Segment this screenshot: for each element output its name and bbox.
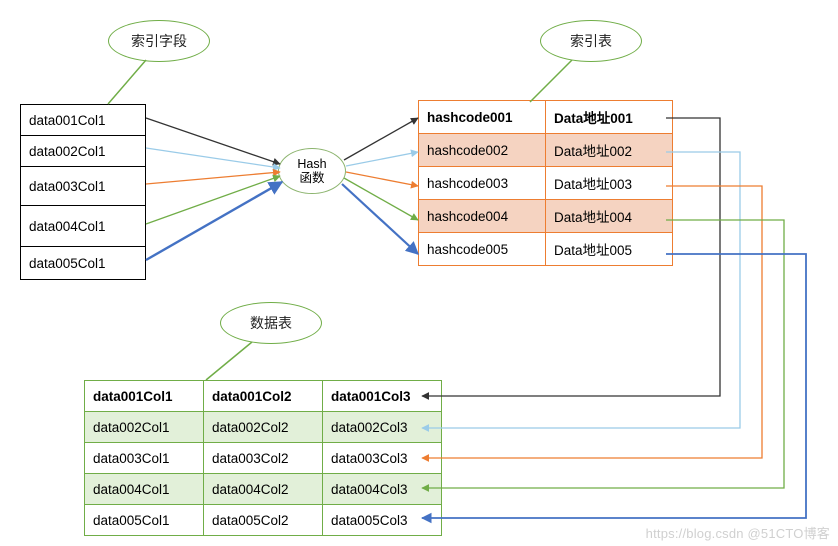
callout-label: 数据表	[250, 313, 292, 333]
index-header-cell: Data地址001	[546, 101, 673, 134]
data-cell: data004Col1	[85, 474, 204, 505]
hash-fn-line1: Hash	[297, 157, 326, 171]
index-cell: hashcode005	[419, 233, 546, 266]
callout-label: 索引字段	[131, 31, 187, 51]
data-header-cell: data001Col1	[85, 381, 204, 412]
hash-function-node: Hash 函数	[278, 148, 346, 194]
index-cell: hashcode004	[419, 200, 546, 233]
data-cell: data002Col3	[323, 412, 442, 443]
index-cell: hashcode002	[419, 134, 546, 167]
data-header-cell: data001Col2	[204, 381, 323, 412]
data-cell: data003Col2	[204, 443, 323, 474]
data-cell: data002Col1	[85, 412, 204, 443]
field-cell: data005Col1	[21, 247, 146, 280]
data-cell: data003Col1	[85, 443, 204, 474]
index-field-table: data001Col1 data002Col1 data003Col1 data…	[20, 104, 146, 280]
data-header-cell: data001Col3	[323, 381, 442, 412]
field-cell: data004Col1	[21, 206, 146, 247]
index-header-cell: hashcode001	[419, 101, 546, 134]
data-cell: data005Col3	[323, 505, 442, 536]
field-cell: data003Col1	[21, 167, 146, 206]
index-cell: Data地址005	[546, 233, 673, 266]
data-cell: data003Col3	[323, 443, 442, 474]
data-cell: data005Col2	[204, 505, 323, 536]
callout-index-field: 索引字段	[108, 20, 210, 62]
callout-label: 索引表	[570, 31, 612, 51]
index-cell: Data地址004	[546, 200, 673, 233]
field-cell: data002Col1	[21, 136, 146, 167]
callout-data-table: 数据表	[220, 302, 322, 344]
data-cell: data004Col3	[323, 474, 442, 505]
index-cell: Data地址002	[546, 134, 673, 167]
index-cell: hashcode003	[419, 167, 546, 200]
data-cell: data002Col2	[204, 412, 323, 443]
callout-index-table: 索引表	[540, 20, 642, 62]
data-cell: data005Col1	[85, 505, 204, 536]
index-table: hashcode001 Data地址001 hashcode002Data地址0…	[418, 100, 673, 266]
watermark: https://blog.csdn @51CTO博客	[646, 523, 830, 542]
data-table: data001Col1 data001Col2 data001Col3 data…	[84, 380, 442, 536]
data-cell: data004Col2	[204, 474, 323, 505]
hash-fn-line2: 函数	[299, 171, 324, 185]
index-cell: Data地址003	[546, 167, 673, 200]
field-cell: data001Col1	[21, 105, 146, 136]
